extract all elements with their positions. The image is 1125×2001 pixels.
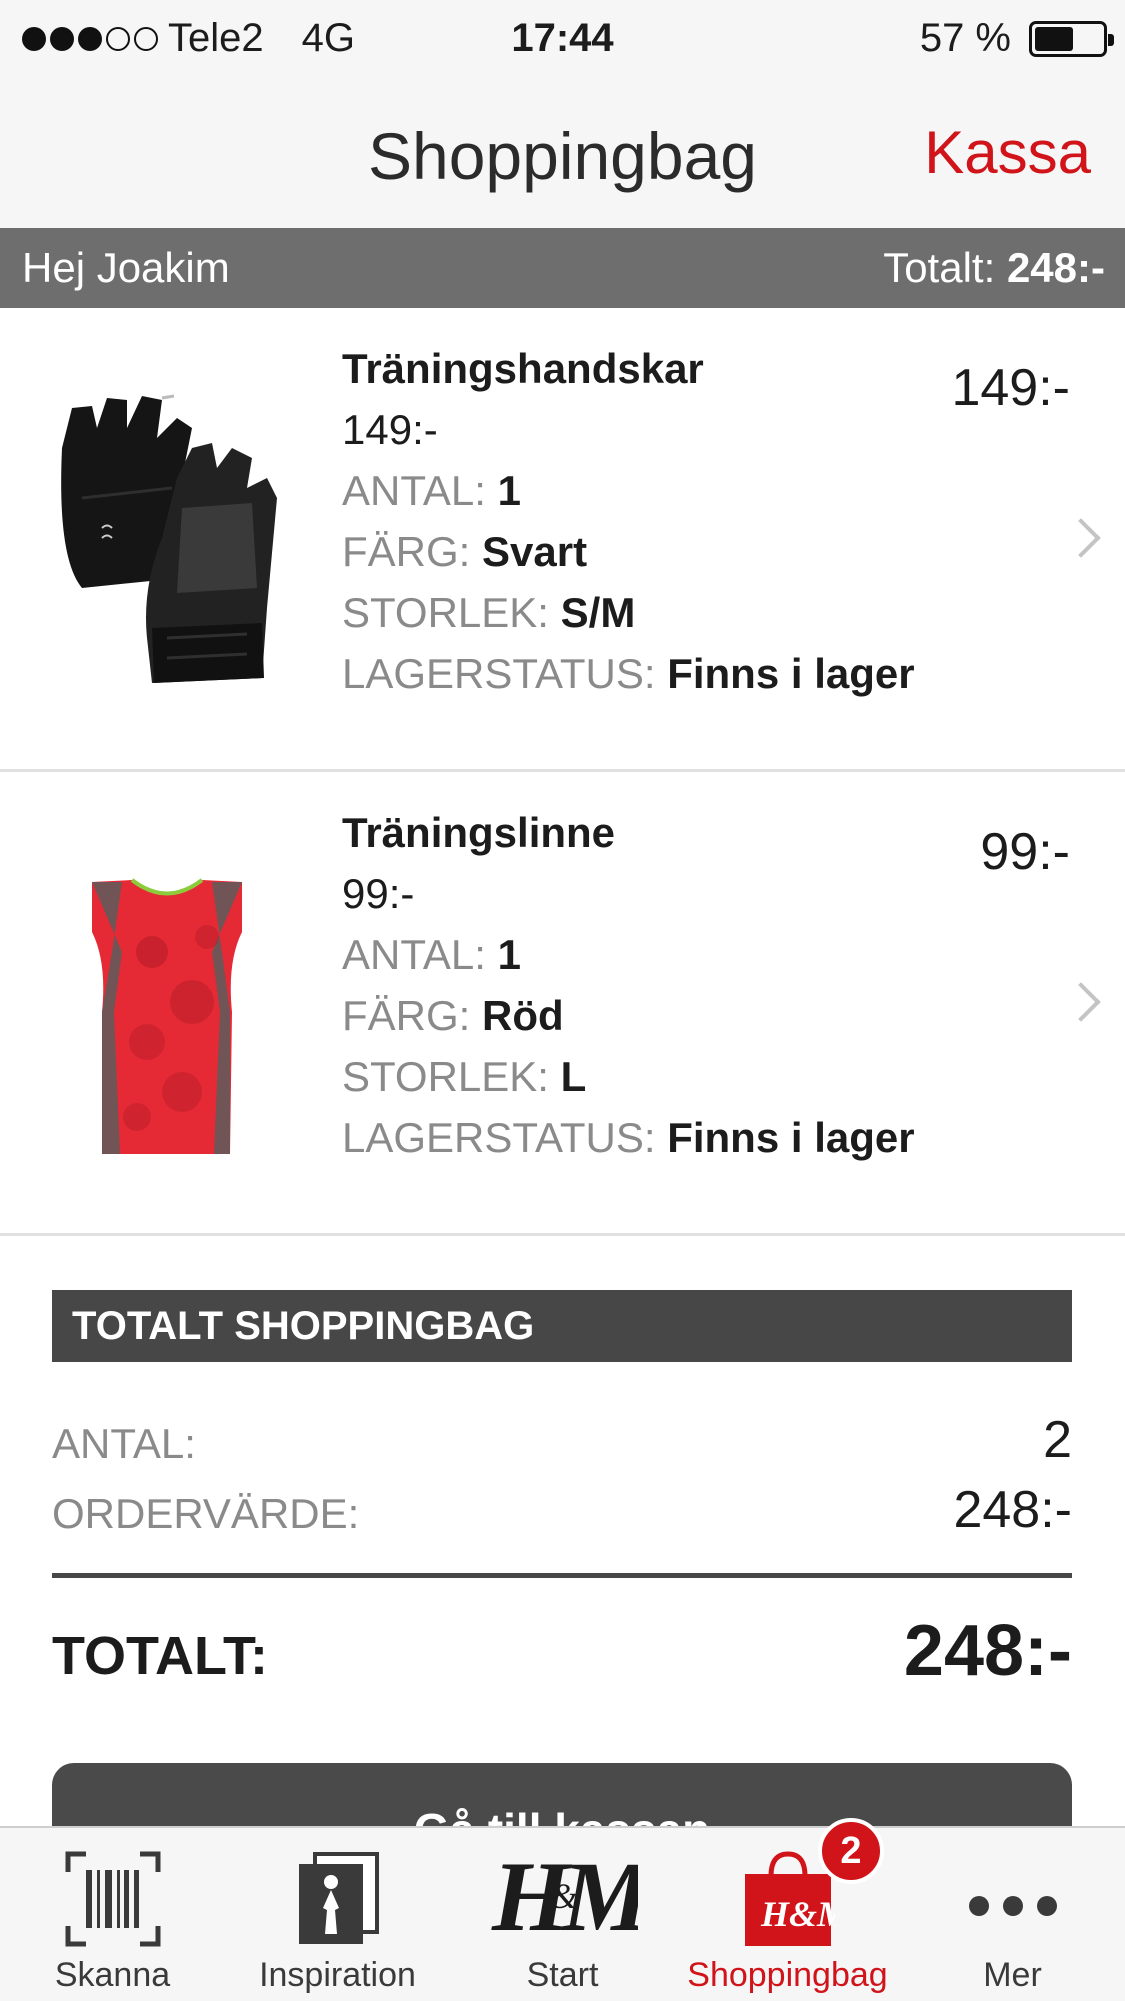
summary-order-value-label: ORDERVÄRDE: (52, 1490, 360, 1537)
svg-text:H&M: H&M (760, 1894, 835, 1934)
cart-count-badge: 2 (818, 1818, 884, 1884)
grand-total-value: 248:- (903, 1611, 1072, 1691)
summary-quantity-label: ANTAL: (52, 1420, 196, 1467)
summary-quantity-value: 2 (1043, 1411, 1072, 1469)
item-size-row: STORLEK: L (342, 1046, 915, 1107)
chevron-right-icon (1061, 982, 1101, 1022)
hm-logo-icon: H & M (491, 1841, 638, 1948)
cart-item[interactable]: Träningshandskar 149:- ANTAL: 1 FÄRG: Sv… (0, 308, 1125, 772)
tab-inspiration[interactable]: Inspiration (225, 1828, 450, 2001)
barcode-icon (65, 1851, 160, 1947)
item-quantity-row: ANTAL: 1 (342, 924, 915, 985)
navigation-bar: Shoppingbag Kassa (0, 78, 1125, 228)
quantity-value: 1 (497, 467, 521, 514)
tab-label: Skanna (54, 1956, 171, 1994)
chevron-right-icon (1061, 518, 1101, 558)
quantity-value: 1 (497, 931, 521, 978)
size-value: L (560, 1053, 587, 1100)
status-bar: Tele2 4G 17:44 57 % (0, 0, 1125, 78)
item-line-total: 99:- (980, 823, 1070, 881)
item-line-total: 149:- (951, 359, 1070, 417)
quantity-label: ANTAL: (342, 467, 486, 514)
grand-total-label: TOTALT: (52, 1626, 268, 1686)
battery-icon (1029, 20, 1114, 57)
color-label: FÄRG: (342, 528, 471, 575)
item-name: Träningshandskar (342, 345, 704, 392)
item-details: Träningshandskar 149:- ANTAL: 1 FÄRG: Sv… (342, 338, 915, 704)
stock-label: LAGERSTATUS: (342, 1114, 656, 1161)
inspiration-icon (298, 1852, 379, 1944)
greeting-total-value: 248:- (1006, 244, 1105, 291)
greeting-bar: Hej Joakim Totalt: 248:- (0, 228, 1125, 308)
svg-text:M: M (560, 1841, 638, 1948)
summary-header: TOTALT SHOPPINGBAG (52, 1290, 1072, 1362)
status-right: 57 % (919, 16, 1114, 61)
tab-start[interactable]: H & M Start (450, 1828, 675, 2001)
tab-label: Mer (983, 1956, 1042, 1994)
tab-label: Start (526, 1956, 599, 1994)
item-color-row: FÄRG: Röd (342, 985, 915, 1046)
quantity-label: ANTAL: (342, 931, 486, 978)
summary-divider (52, 1573, 1072, 1578)
more-icon (968, 1896, 1057, 1916)
tab-label: Shoppingbag (687, 1956, 888, 1994)
item-name: Träningslinne (342, 809, 616, 856)
item-unit-price: 99:- (342, 870, 415, 917)
summary-order-value: 248:- (953, 1481, 1072, 1539)
item-stock-row: LAGERSTATUS: Finns i lager (342, 643, 915, 704)
battery-percent: 57 % (919, 16, 1011, 60)
greeting-total-label: Totalt: (883, 244, 996, 291)
cart-item[interactable]: Träningslinne 99:- ANTAL: 1 FÄRG: Röd ST… (0, 772, 1125, 1236)
size-label: STORLEK: (342, 1053, 549, 1100)
stock-value: Finns i lager (667, 1114, 915, 1161)
color-label: FÄRG: (342, 992, 471, 1039)
tank-top-product-image (92, 878, 242, 1154)
item-color-row: FÄRG: Svart (342, 521, 915, 582)
checkout-link[interactable]: Kassa (924, 118, 1091, 187)
color-value: Svart (482, 528, 588, 575)
gloves-product-image (61, 394, 277, 683)
item-stock-row: LAGERSTATUS: Finns i lager (342, 1107, 915, 1168)
color-value: Röd (482, 992, 564, 1039)
item-quantity-row: ANTAL: 1 (342, 460, 915, 521)
greeting-text: Hej Joakim (22, 244, 230, 291)
stock-label: LAGERSTATUS: (342, 650, 656, 697)
size-label: STORLEK: (342, 589, 549, 636)
stock-value: Finns i lager (667, 650, 915, 697)
tab-more[interactable]: Mer (900, 1828, 1125, 2001)
item-size-row: STORLEK: S/M (342, 582, 915, 643)
tab-label: Inspiration (259, 1956, 416, 1994)
item-details: Träningslinne 99:- ANTAL: 1 FÄRG: Röd ST… (342, 802, 915, 1168)
greeting-total: Totalt: 248:- (883, 244, 1105, 292)
tab-scan[interactable]: Skanna (0, 1828, 225, 2001)
item-unit-price: 149:- (342, 406, 438, 453)
size-value: S/M (560, 589, 636, 636)
tab-bar: Skanna Inspiration H & M Start H&M Shopp… (0, 1826, 1125, 2001)
